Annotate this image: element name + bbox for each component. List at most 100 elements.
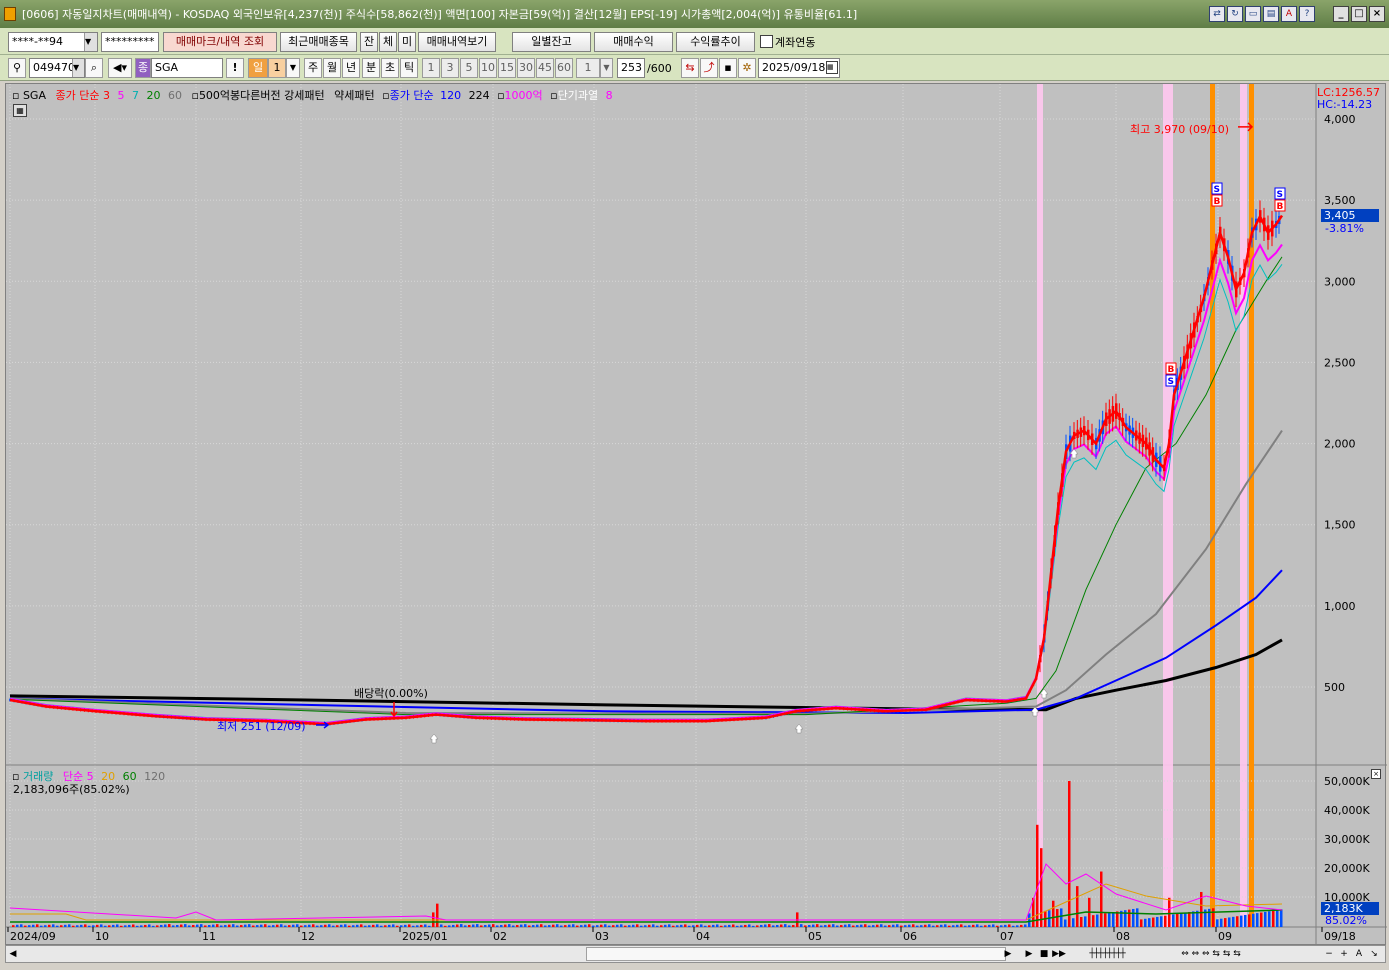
font-icon[interactable]: A: [1281, 6, 1297, 22]
y-tick-label: 1,000: [1324, 600, 1356, 613]
font-size-icon[interactable]: A: [1352, 947, 1366, 961]
chevron-down-icon[interactable]: ▼: [84, 33, 97, 51]
y-tick-label: 2,000: [1324, 438, 1356, 451]
chevron-down-icon[interactable]: ▼: [72, 59, 84, 77]
chevron-down-icon[interactable]: ▼: [600, 58, 613, 78]
stock-name-field[interactable]: SGA: [151, 58, 223, 78]
account-link-checkbox[interactable]: [760, 35, 773, 48]
chart-area[interactable]: 4,000 3,500 3,000 2,500 2,000 1,500 1,000 500 20…: [5, 83, 1387, 946]
lock-icon[interactable]: ⚲: [8, 58, 26, 78]
arrows-icon[interactable]: ⇆: [681, 58, 699, 78]
date-field[interactable]: 2025/09/18 ▦: [758, 58, 840, 78]
volume-bar: [472, 924, 475, 927]
password-field[interactable]: *********: [101, 32, 159, 52]
executed-button[interactable]: 체: [379, 32, 397, 52]
interval-value[interactable]: 1: [576, 58, 600, 78]
account-select[interactable]: ****-**94 ▼: [8, 32, 98, 52]
recent-trades-button[interactable]: 최근매매종목: [280, 32, 357, 52]
period-tick-tab[interactable]: 틱: [400, 58, 418, 78]
minute-1[interactable]: 1: [422, 58, 440, 78]
volume-bar: [676, 925, 679, 927]
mark-query-button[interactable]: 매매마크/내역 조회: [163, 32, 277, 52]
minute-5[interactable]: 5: [460, 58, 478, 78]
period-second-tab[interactable]: 초: [381, 58, 399, 78]
close-icon[interactable]: ×: [1369, 6, 1385, 22]
link-icon[interactable]: ⇄: [1209, 6, 1225, 22]
save-icon[interactable]: ▪: [719, 58, 737, 78]
speaker-icon[interactable]: ◀▾: [108, 58, 132, 78]
balance-button[interactable]: 잔: [360, 32, 378, 52]
minimize-icon[interactable]: _: [1333, 6, 1349, 22]
scroll-left-icon[interactable]: ◀: [6, 947, 20, 961]
daily-balance-button[interactable]: 일별잔고: [512, 32, 591, 52]
volume-bar: [872, 925, 875, 927]
volume-bar: [492, 924, 495, 927]
period-day-tab[interactable]: 일: [248, 58, 268, 78]
search-icon[interactable]: ⌕: [85, 58, 103, 78]
play-icon[interactable]: ▶: [1022, 947, 1036, 961]
scroll-thumb[interactable]: [586, 947, 1006, 961]
period-month-tab[interactable]: 월: [323, 58, 341, 78]
zoom-in-icon[interactable]: +: [1337, 947, 1351, 961]
zoom-slider[interactable]: ┼┼┼┼┼┼┼┼: [1072, 947, 1142, 961]
table-icon[interactable]: ▦: [13, 104, 27, 117]
volume-bar: [56, 925, 59, 927]
volume-value: 2,183,096주(85.02%): [13, 783, 130, 796]
save-icon[interactable]: ▤: [1263, 6, 1279, 22]
volume-bar: [448, 925, 451, 927]
return-trend-button[interactable]: 수익률추이: [676, 32, 755, 52]
trade-detail-button[interactable]: 매매내역보기: [418, 32, 496, 52]
bar-count-input[interactable]: 253: [617, 58, 645, 78]
help-icon[interactable]: ?: [1299, 6, 1315, 22]
volume-bar: [636, 924, 639, 927]
minute-60[interactable]: 60: [555, 58, 573, 78]
period-week-tab[interactable]: 주: [304, 58, 322, 78]
volume-bar: [320, 925, 323, 927]
drawing-tools-icon[interactable]: ⇔ ⇔ ⇔ ⇆ ⇆ ⇆: [1156, 947, 1266, 961]
close-icon[interactable]: ×: [1371, 769, 1381, 779]
volume-bar: [1260, 912, 1263, 927]
settings-icon[interactable]: ✲: [738, 58, 756, 78]
volume-bar: [656, 925, 659, 927]
volume-bar: [440, 924, 443, 927]
volume-bar: [896, 924, 899, 927]
price-chart[interactable]: 4,000 3,500 3,000 2,500 2,000 1,500 1,000 500 20…: [6, 84, 1387, 946]
volume-bar: [400, 925, 403, 927]
volume-bar: [224, 925, 227, 927]
volume-bar: [1036, 824, 1039, 927]
refresh-icon[interactable]: ↻: [1227, 6, 1243, 22]
alert-icon[interactable]: !: [226, 58, 244, 78]
calendar-icon[interactable]: ▦: [826, 61, 838, 74]
period-year-tab[interactable]: 년: [342, 58, 360, 78]
chart-scrollbar[interactable]: ◀ ▶ ▶ ■ ▶▶ ┼┼┼┼┼┼┼┼ ⇔ ⇔ ⇔ ⇆ ⇆ ⇆ − + A ↘: [5, 945, 1386, 963]
forward-icon[interactable]: ▶▶: [1052, 947, 1066, 961]
stock-code-input[interactable]: 049470 ▼: [29, 58, 85, 78]
minute-10[interactable]: 10: [479, 58, 497, 78]
volume-bar: [568, 924, 571, 927]
volume-bar: [968, 925, 971, 927]
screen-icon[interactable]: ▭: [1245, 6, 1261, 22]
volume-bar: [132, 924, 135, 927]
pending-button[interactable]: 미: [398, 32, 416, 52]
expand-icon[interactable]: ↘: [1367, 947, 1381, 961]
period-num[interactable]: 1: [268, 58, 286, 78]
legend-short-over: 단기과열: [557, 89, 599, 102]
stop-icon[interactable]: ■: [1037, 947, 1051, 961]
minute-45[interactable]: 45: [536, 58, 554, 78]
line-chart-icon[interactable]: ⤴: [700, 58, 718, 78]
volume-bar: [884, 925, 887, 927]
scroll-right-icon[interactable]: ▶: [1001, 947, 1015, 961]
maximize-icon[interactable]: □: [1351, 6, 1367, 22]
chevron-down-icon[interactable]: ▼: [286, 58, 300, 78]
volume-bar: [12, 925, 15, 927]
minute-3[interactable]: 3: [441, 58, 459, 78]
period-minute-tab[interactable]: 분: [362, 58, 380, 78]
volume-bar: [1220, 918, 1223, 927]
minute-30[interactable]: 30: [517, 58, 535, 78]
toolbar-account: ****-**94 ▼ ********* 매매마크/내역 조회 최근매매종목 …: [0, 28, 1389, 55]
minute-15[interactable]: 15: [498, 58, 516, 78]
zoom-out-icon[interactable]: −: [1322, 947, 1336, 961]
volume-bar: [72, 925, 75, 927]
trade-profit-button[interactable]: 매매수익: [594, 32, 673, 52]
volume-bar: [1216, 919, 1219, 927]
